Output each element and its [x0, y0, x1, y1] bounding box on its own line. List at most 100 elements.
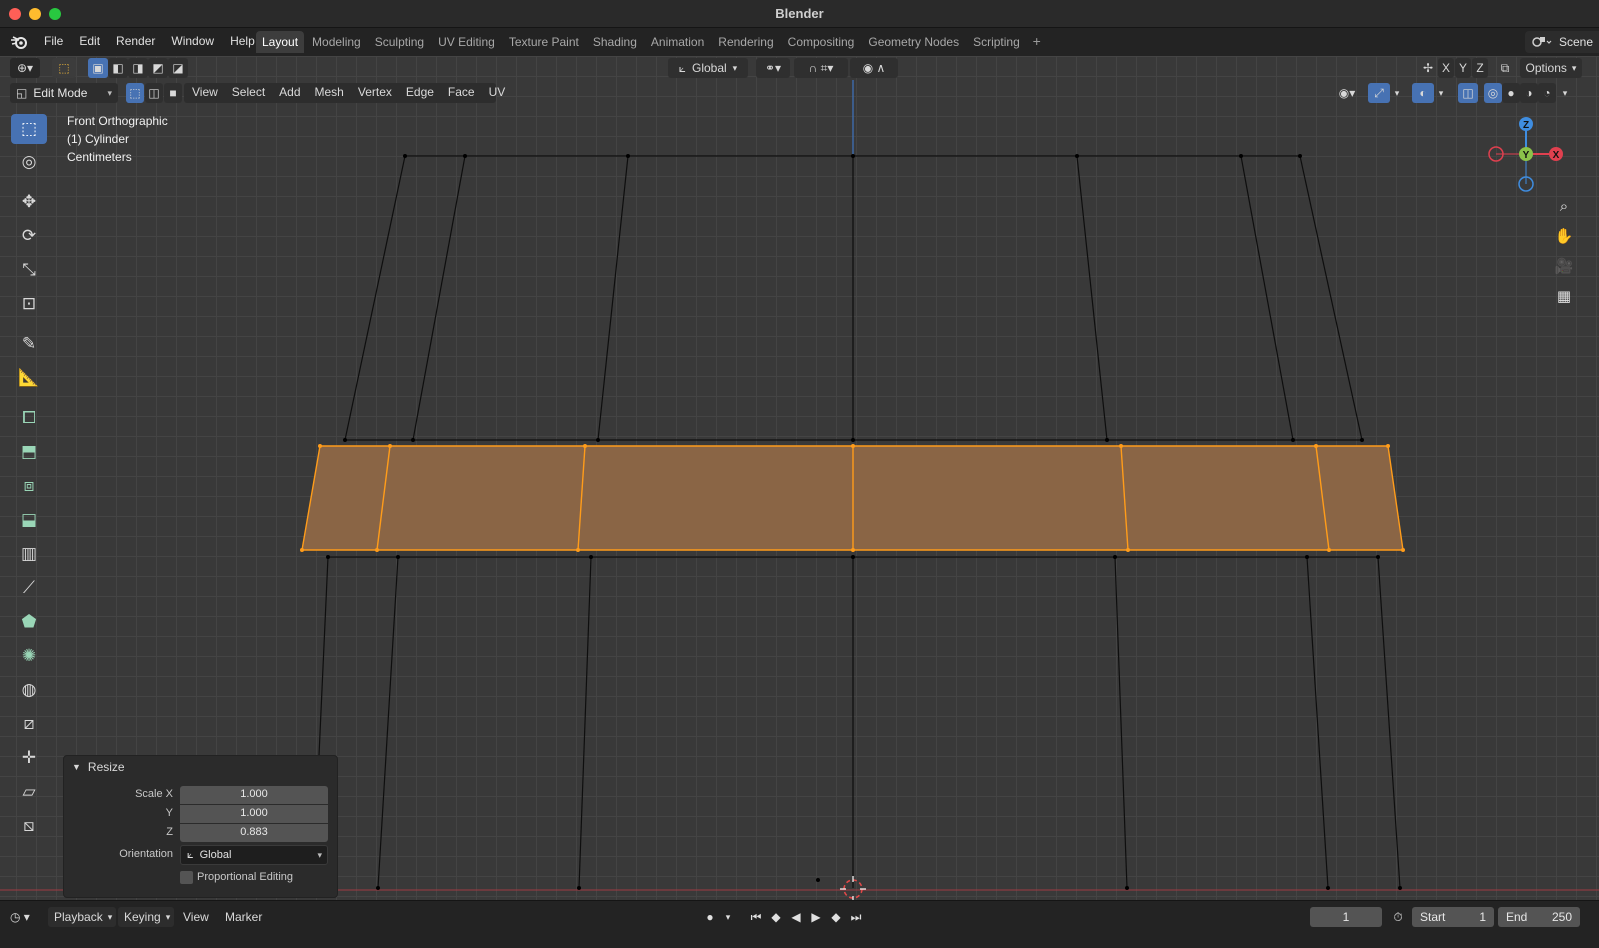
mirror-icon[interactable]: ✢ — [1418, 58, 1438, 78]
measure-tool[interactable]: 📐 — [11, 363, 47, 393]
stopwatch-icon[interactable]: ⏱ — [1388, 907, 1408, 927]
menu-edit[interactable]: Edit — [71, 34, 108, 48]
interaction-mode-dropdown[interactable]: ◱ Edit Mode ▾ — [10, 83, 118, 103]
auto-merge-icon[interactable]: ⧉ — [1494, 58, 1516, 78]
jump-to-end-icon[interactable]: ⏭ — [846, 907, 866, 927]
current-frame-field[interactable]: 1 — [1310, 907, 1382, 927]
xray-toggle[interactable]: ◫ — [1458, 83, 1478, 103]
mirror-x-toggle[interactable]: X — [1438, 58, 1454, 78]
shading-dropdown[interactable]: ▾ — [1558, 83, 1572, 103]
bevel-tool[interactable]: ⬓ — [11, 505, 47, 535]
edge-slide-tool[interactable]: ⧄ — [11, 709, 47, 739]
play-reverse-icon[interactable]: ◀ — [786, 907, 806, 927]
tab-geometry-nodes[interactable]: Geometry Nodes — [862, 31, 965, 53]
menu-vertex[interactable]: Vertex — [351, 83, 399, 103]
camera-view-icon[interactable]: 🎥 — [1551, 253, 1577, 279]
jump-to-start-icon[interactable]: ⏮ — [746, 907, 766, 927]
menu-select[interactable]: Select — [225, 83, 272, 103]
keying-dropdown-icon[interactable]: ▾ — [718, 907, 738, 927]
menu-face[interactable]: Face — [441, 83, 482, 103]
tab-sculpting[interactable]: Sculpting — [369, 31, 430, 53]
timeline-marker-menu[interactable]: Marker — [225, 907, 262, 927]
edge-select-mode-button[interactable]: ◫ — [145, 83, 163, 103]
add-cube-tool[interactable]: ⧠ — [11, 403, 47, 433]
menu-uv[interactable]: UV — [482, 83, 513, 103]
spin-tool[interactable]: ✺ — [11, 641, 47, 671]
tab-texture-paint[interactable]: Texture Paint — [503, 31, 585, 53]
select-mode-invert-button[interactable]: ◩ — [148, 58, 168, 78]
menu-file[interactable]: File — [36, 34, 71, 48]
scene-selector[interactable]: Scene — [1524, 31, 1599, 53]
next-keyframe-icon[interactable]: ◆ — [826, 907, 846, 927]
tab-rendering[interactable]: Rendering — [712, 31, 779, 53]
menu-render[interactable]: Render — [108, 34, 163, 48]
extrude-tool[interactable]: ⬒ — [11, 437, 47, 467]
resize-panel-header[interactable]: ▼ Resize — [72, 760, 125, 774]
gizmo-dropdown[interactable]: ▾ — [1390, 83, 1404, 103]
material-shading-button[interactable]: ◑ — [1520, 83, 1538, 103]
face-select-mode-button[interactable]: ■ — [164, 83, 182, 103]
add-workspace-icon[interactable]: + — [1028, 31, 1046, 53]
pivot-point-dropdown[interactable]: ⚭▾ — [756, 58, 790, 78]
select-mode-subtract-button[interactable]: ◨ — [128, 58, 148, 78]
menu-mesh[interactable]: Mesh — [308, 83, 351, 103]
tab-uv-editing[interactable]: UV Editing — [432, 31, 501, 53]
timeline-editor-type-button[interactable]: ◷ ▾ — [10, 907, 30, 927]
select-mode-extend-button[interactable]: ◧ — [108, 58, 128, 78]
proportional-editing-dropdown[interactable]: ◉ ∧ — [850, 58, 898, 78]
poly-build-tool[interactable]: ⬟ — [11, 607, 47, 637]
play-icon[interactable]: ▶ — [806, 907, 826, 927]
smooth-tool[interactable]: ◍ — [11, 675, 47, 705]
select-mode-new-button[interactable]: ▣ — [88, 58, 108, 78]
tab-animation[interactable]: Animation — [645, 31, 710, 53]
loop-cut-tool[interactable]: ▥ — [11, 539, 47, 569]
inset-faces-tool[interactable]: ⧈ — [11, 471, 47, 501]
options-dropdown[interactable]: Options ▾ — [1520, 58, 1582, 78]
menu-window[interactable]: Window — [163, 34, 222, 48]
mirror-y-toggle[interactable]: Y — [1455, 58, 1471, 78]
transform-tool[interactable]: ⊡ — [11, 289, 47, 319]
select-box-tool[interactable]: ⬚ — [11, 114, 47, 144]
scale-tool[interactable]: ⤡ — [11, 255, 47, 285]
vertex-select-mode-button[interactable]: ⬚ — [126, 83, 144, 103]
rip-region-tool[interactable]: ⧅ — [11, 811, 47, 841]
menu-view[interactable]: View — [185, 83, 225, 103]
wireframe-shading-button[interactable]: ◎ — [1484, 83, 1502, 103]
solid-shading-button[interactable]: ● — [1502, 83, 1520, 103]
transform-orientation-dropdown[interactable]: ⟀ Global ▾ — [668, 58, 748, 78]
orientation-dropdown[interactable]: ⟀ Global ▾ — [180, 845, 328, 865]
shrink-fatten-tool[interactable]: ✛ — [11, 743, 47, 773]
scale-y-field[interactable]: 1.000 — [180, 805, 328, 823]
overlays-dropdown[interactable]: ▾ — [1434, 83, 1448, 103]
navigation-gizmo[interactable]: Z X Y — [1486, 116, 1566, 196]
tab-compositing[interactable]: Compositing — [782, 31, 861, 53]
annotate-tool[interactable]: ✎ — [11, 329, 47, 359]
tool-setting-button[interactable]: ⬚ — [52, 58, 76, 78]
previous-keyframe-icon[interactable]: ◆ — [766, 907, 786, 927]
tab-scripting[interactable]: Scripting — [967, 31, 1026, 53]
knife-tool[interactable]: ⟋ — [11, 573, 47, 603]
tab-shading[interactable]: Shading — [587, 31, 643, 53]
timeline-view-menu[interactable]: View — [183, 907, 209, 927]
rendered-shading-button[interactable]: ◔ — [1538, 83, 1556, 103]
tab-modeling[interactable]: Modeling — [306, 31, 367, 53]
snapping-dropdown[interactable]: ∩ ⌗▾ — [794, 58, 848, 78]
gizmo-toggle[interactable]: ⤢ — [1368, 83, 1390, 103]
rotate-tool[interactable]: ⟳ — [11, 221, 47, 251]
move-tool[interactable]: ✥ — [11, 187, 47, 217]
playback-menu[interactable]: Playback ▾ — [48, 907, 116, 927]
auto-keying-record-icon[interactable]: ● — [700, 907, 720, 927]
tab-layout[interactable]: Layout — [256, 31, 305, 53]
end-frame-field[interactable]: End 250 — [1498, 907, 1580, 927]
mirror-z-toggle[interactable]: Z — [1472, 58, 1488, 78]
resize-operator-panel[interactable]: ▼ Resize Scale X 1.000 Y 1.000 Z 0.883 O… — [63, 755, 338, 898]
keying-menu[interactable]: Keying ▾ — [118, 907, 174, 927]
start-frame-field[interactable]: Start 1 — [1412, 907, 1494, 927]
zoom-icon[interactable]: ⌕ — [1551, 193, 1577, 219]
scale-x-field[interactable]: 1.000 — [180, 786, 328, 804]
shear-tool[interactable]: ▱ — [11, 777, 47, 807]
proportional-editing-checkbox[interactable] — [180, 871, 193, 884]
menu-add[interactable]: Add — [272, 83, 307, 103]
menu-edge[interactable]: Edge — [399, 83, 441, 103]
blender-logo-icon[interactable] — [10, 34, 28, 50]
